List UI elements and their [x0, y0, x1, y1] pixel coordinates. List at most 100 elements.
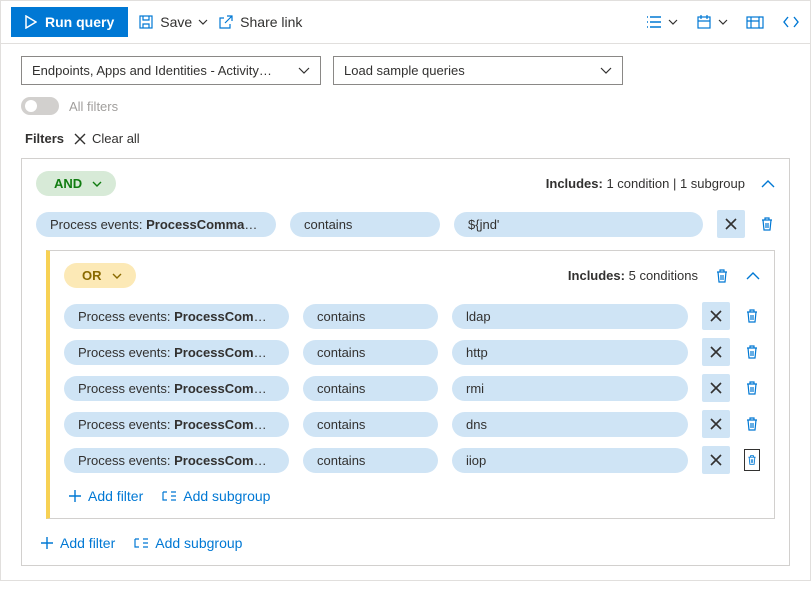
trash-icon	[745, 416, 759, 432]
add-subgroup-button[interactable]: Add subgroup	[133, 535, 242, 551]
filters-heading: Filters	[25, 131, 64, 146]
operator-pill[interactable]: contains	[290, 212, 440, 237]
delete-condition-button[interactable]	[744, 344, 760, 360]
close-icon	[710, 310, 722, 322]
operator-label: OR	[82, 268, 102, 283]
trash-icon	[747, 452, 757, 468]
condition-row: Process events: ProcessComman… contains …	[64, 334, 760, 370]
delete-subgroup-button[interactable]	[714, 268, 730, 284]
group-operator-and[interactable]: AND	[36, 171, 116, 196]
delete-condition-button[interactable]	[744, 416, 760, 432]
scope-dropdown-value: Endpoints, Apps and Identities - Activit…	[32, 63, 272, 78]
operator-pill[interactable]: contains	[303, 376, 438, 401]
close-icon	[725, 218, 737, 230]
chevron-down-icon	[718, 19, 728, 25]
field-pill[interactable]: Process events: ProcessComman…	[64, 340, 289, 365]
operator-pill[interactable]: contains	[303, 340, 438, 365]
share-link-button[interactable]: Share link	[218, 14, 302, 30]
remove-condition-button[interactable]	[702, 374, 730, 402]
field-pill[interactable]: Process events: ProcessComman…	[64, 376, 289, 401]
save-button[interactable]: Save	[138, 14, 208, 30]
sample-queries-dropdown[interactable]: Load sample queries	[333, 56, 623, 85]
toolbar: Run query Save Share link	[1, 1, 810, 44]
field-pill[interactable]: Process events: ProcessComman…	[64, 448, 289, 473]
value-pill[interactable]: ldap	[452, 304, 688, 329]
remove-condition-button[interactable]	[702, 302, 730, 330]
chevron-up-icon[interactable]	[746, 272, 760, 280]
close-icon	[74, 133, 86, 145]
save-label: Save	[160, 14, 192, 30]
code-icon	[782, 15, 800, 29]
condition-row: Process events: ProcessComman… contains …	[64, 442, 760, 478]
group-summary: Includes: 1 condition | 1 subgroup	[546, 176, 745, 191]
value-pill[interactable]: ${jnd'	[454, 212, 703, 237]
add-subgroup-button[interactable]: Add subgroup	[161, 488, 270, 504]
list-view-button[interactable]	[646, 15, 678, 29]
schema-button[interactable]	[746, 14, 764, 30]
add-filter-button[interactable]: Add filter	[68, 488, 143, 504]
play-icon	[25, 15, 37, 29]
operator-label: AND	[54, 176, 82, 191]
schema-icon	[746, 14, 764, 30]
share-label: Share link	[240, 14, 302, 30]
chevron-down-icon	[92, 181, 102, 187]
all-filters-toggle[interactable]	[21, 97, 59, 115]
group-operator-or[interactable]: OR	[64, 263, 136, 288]
group-summary: Includes: 5 conditions	[568, 268, 698, 283]
calendar-icon	[696, 14, 712, 30]
trash-icon	[715, 268, 729, 284]
delete-condition-button[interactable]	[744, 308, 760, 324]
trash-icon	[760, 216, 774, 232]
field-pill[interactable]: Process events: ProcessComman…	[64, 304, 289, 329]
list-icon	[646, 15, 662, 29]
field-pill[interactable]: Process events: ProcessComman…	[36, 212, 276, 237]
value-pill[interactable]: rmi	[452, 376, 688, 401]
add-subgroup-label: Add subgroup	[155, 535, 242, 551]
value-pill[interactable]: http	[452, 340, 688, 365]
field-pill[interactable]: Process events: ProcessComman…	[64, 412, 289, 437]
value-pill[interactable]: dns	[452, 412, 688, 437]
filter-root-group: AND Includes: 1 condition | 1 subgroup P…	[21, 158, 790, 566]
plus-icon	[68, 489, 82, 503]
trash-icon	[745, 344, 759, 360]
chevron-down-icon	[668, 19, 678, 25]
subgroup-icon	[161, 489, 177, 503]
add-filter-label: Add filter	[60, 535, 115, 551]
run-query-label: Run query	[45, 14, 114, 30]
save-icon	[138, 14, 154, 30]
filter-subgroup: OR Includes: 5 conditions Process events…	[46, 250, 775, 519]
chevron-down-icon	[198, 19, 208, 25]
scope-dropdown[interactable]: Endpoints, Apps and Identities - Activit…	[21, 56, 321, 85]
remove-condition-button[interactable]	[702, 446, 730, 474]
condition-row: Process events: ProcessComman… contains …	[64, 370, 760, 406]
value-pill[interactable]: iiop	[452, 448, 688, 473]
operator-pill[interactable]: contains	[303, 304, 438, 329]
remove-condition-button[interactable]	[717, 210, 745, 238]
clear-all-label: Clear all	[92, 131, 140, 146]
chevron-up-icon[interactable]	[761, 180, 775, 188]
operator-pill[interactable]: contains	[303, 412, 438, 437]
delete-condition-button[interactable]	[744, 449, 760, 471]
add-subgroup-label: Add subgroup	[183, 488, 270, 504]
subgroup-icon	[133, 536, 149, 550]
add-filter-button[interactable]: Add filter	[40, 535, 115, 551]
chevron-down-icon	[600, 67, 612, 74]
add-filter-label: Add filter	[88, 488, 143, 504]
delete-condition-button[interactable]	[759, 216, 775, 232]
clear-all-button[interactable]: Clear all	[74, 131, 140, 146]
remove-condition-button[interactable]	[702, 338, 730, 366]
code-view-button[interactable]	[782, 15, 800, 29]
trash-icon	[745, 380, 759, 396]
all-filters-label: All filters	[69, 99, 118, 114]
close-icon	[710, 454, 722, 466]
delete-condition-button[interactable]	[744, 380, 760, 396]
remove-condition-button[interactable]	[702, 410, 730, 438]
sample-queries-value: Load sample queries	[344, 63, 465, 78]
trash-icon	[745, 308, 759, 324]
run-query-button[interactable]: Run query	[11, 7, 128, 37]
share-icon	[218, 14, 234, 30]
condition-row: Process events: ProcessComman… contains …	[64, 406, 760, 442]
date-range-button[interactable]	[696, 14, 728, 30]
operator-pill[interactable]: contains	[303, 448, 438, 473]
chevron-down-icon	[112, 273, 122, 279]
